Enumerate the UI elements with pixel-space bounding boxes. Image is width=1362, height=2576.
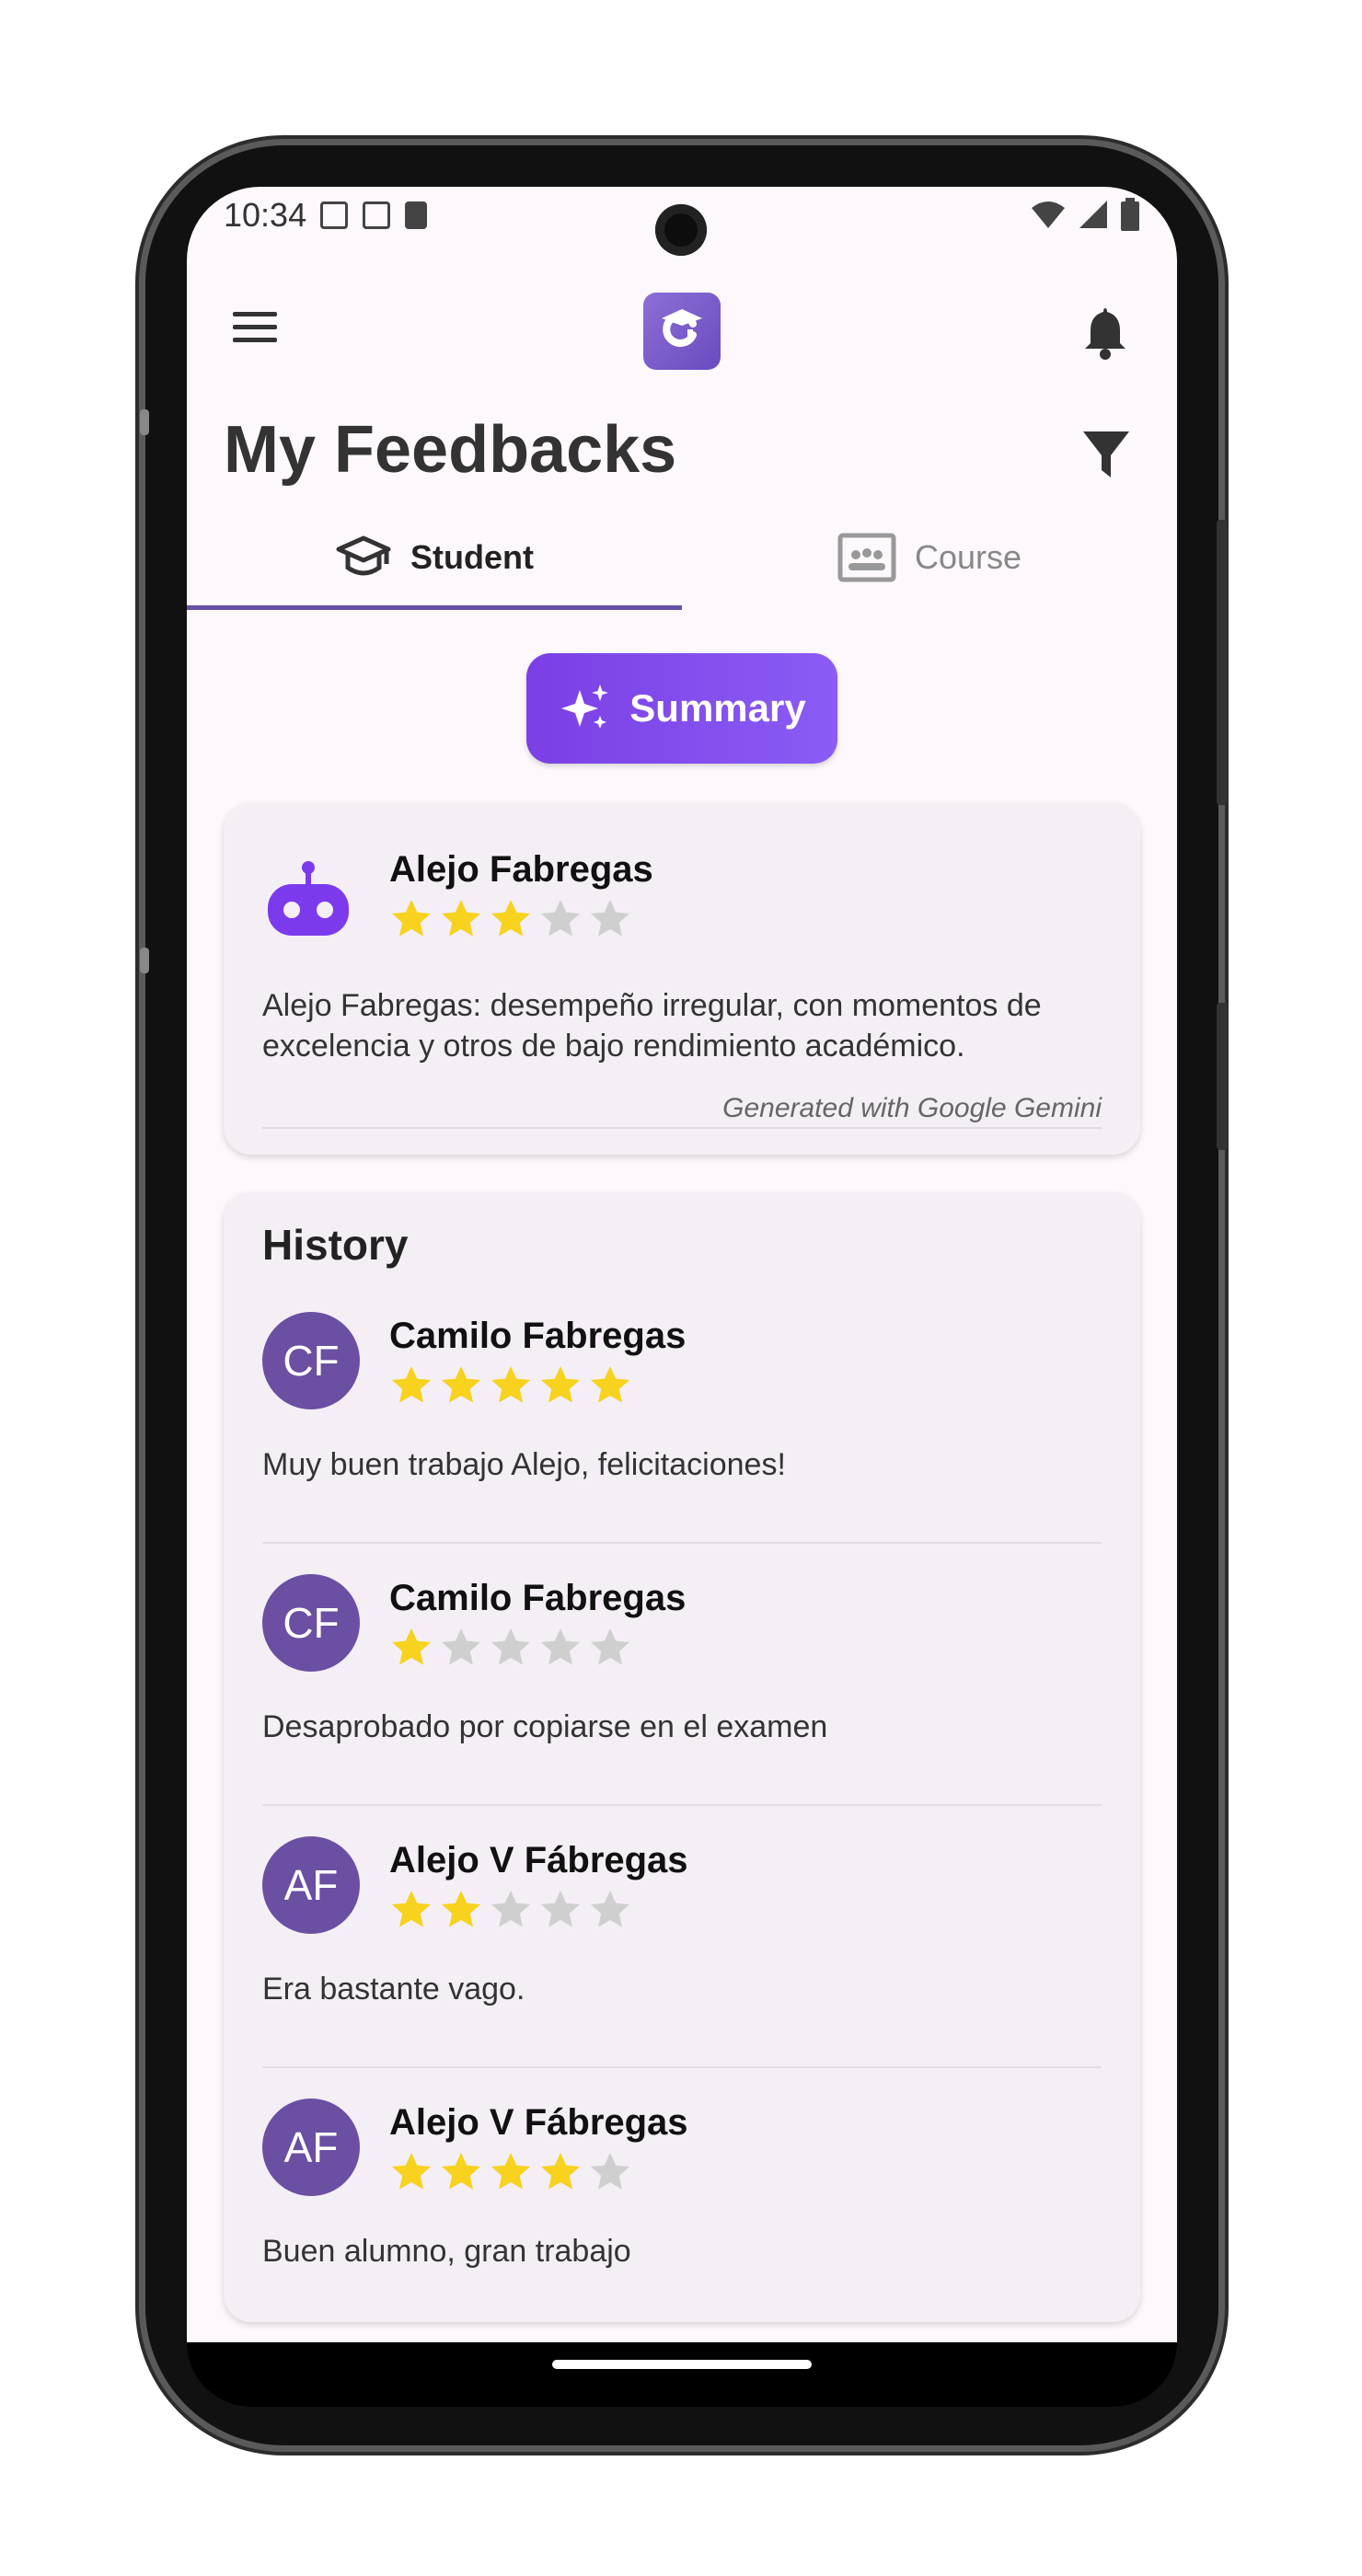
star-empty-icon [541,900,580,937]
menu-icon[interactable] [233,312,277,349]
page-title: My Feedbacks [224,413,677,487]
wifi-icon [1032,201,1065,228]
star-filled-icon [392,1628,431,1665]
history-title: History [262,1221,409,1269]
star-filled-icon [442,1891,480,1927]
ai-summary-card: Alejo Fabregas Alejo Fabregas: desempeño… [224,803,1140,1155]
graduation-cap-icon [336,535,391,575]
notification-bell-icon[interactable] [1079,305,1131,360]
star-empty-icon [541,1628,580,1665]
navigation-bar [187,2342,1177,2407]
summary-button-label: Summary [629,686,806,730]
tab-course-label: Course [914,537,1022,576]
history-item-rating [389,1888,632,1932]
status-notification-icons [320,201,427,229]
summary-student-name: Alejo Fabregas [389,849,653,890]
history-item-name: Camilo Fabregas [389,1316,687,1356]
history-item-rating [389,2150,632,2194]
star-filled-icon [541,2153,580,2190]
star-filled-icon [392,1891,431,1927]
avatar: CF [262,1574,360,1672]
star-filled-icon [442,2153,480,2190]
star-empty-icon [491,1891,530,1927]
summary-text: Alejo Fabregas: desempeño irregular, con… [262,988,1042,1064]
filter-icon[interactable] [1081,428,1131,481]
star-empty-icon [442,1628,480,1665]
star-empty-icon [591,1628,629,1665]
app-screen: 10:34 My Feedbacks Student Course Summar… [187,187,1177,2342]
tab-bar: Student Course [187,504,1177,610]
history-item-name: Alejo V Fábregas [389,1840,688,1880]
avatar: CF [262,1312,360,1409]
classroom-icon [837,533,896,581]
star-filled-icon [491,2153,530,2190]
copy-icon [320,201,348,229]
front-camera [655,204,707,256]
star-filled-icon [491,1366,530,1403]
volume-button [1217,1003,1228,1150]
battery-icon [1121,198,1139,231]
star-filled-icon [392,2153,431,2190]
robot-icon [268,861,349,936]
history-card: History CF Camilo Fabregas Muy buen trab… [224,1192,1140,2322]
star-empty-icon [591,2153,629,2190]
sparkles-icon [561,684,609,729]
star-empty-icon [591,900,629,937]
star-empty-icon [491,1628,530,1665]
history-item-comment: Buen alumno, gran trabajo [262,2234,631,2269]
star-empty-icon [541,1891,580,1927]
calendar-icon [363,201,390,229]
history-item-comment: Era bastante vago. [262,1972,525,2007]
power-button [1217,520,1228,805]
star-filled-icon [442,900,480,937]
summary-rating [389,897,632,941]
history-item-name: Alejo V Fábregas [389,2102,688,2143]
history-item-rating [389,1626,632,1670]
star-filled-icon [392,1366,431,1403]
star-filled-icon [591,1366,629,1403]
home-indicator[interactable] [552,2360,812,2369]
star-filled-icon [541,1366,580,1403]
app-bar [187,279,1177,380]
app-logo [643,293,721,370]
summary-divider [262,1127,1102,1129]
summary-button[interactable]: Summary [526,653,837,764]
gemini-attribution: Generated with Google Gemini [722,1093,1102,1123]
star-filled-icon [491,900,530,937]
status-system-icons [1030,198,1140,231]
logo-icon [662,309,702,347]
history-item-name: Camilo Fabregas [389,1578,687,1618]
status-time: 10:34 [224,196,307,234]
left-button-top [140,409,149,435]
tab-course[interactable]: Course [682,504,1177,610]
tab-student-label: Student [410,537,534,576]
history-item-rating [389,1363,632,1408]
star-filled-icon [442,1366,480,1403]
history-divider [262,2066,1102,2068]
star-filled-icon [392,900,431,937]
sd-card-icon [405,201,427,229]
star-empty-icon [591,1891,629,1927]
history-item-comment: Desaprobado por copiarse en el examen [262,1709,828,1744]
avatar: AF [262,1836,360,1934]
history-item-comment: Muy buen trabajo Alejo, felicitaciones! [262,1447,786,1482]
avatar: AF [262,2099,360,2196]
left-button-bottom [140,948,149,973]
signal-icon [1079,201,1107,228]
tab-student[interactable]: Student [187,504,682,610]
history-divider [262,1542,1102,1544]
history-divider [262,1804,1102,1806]
